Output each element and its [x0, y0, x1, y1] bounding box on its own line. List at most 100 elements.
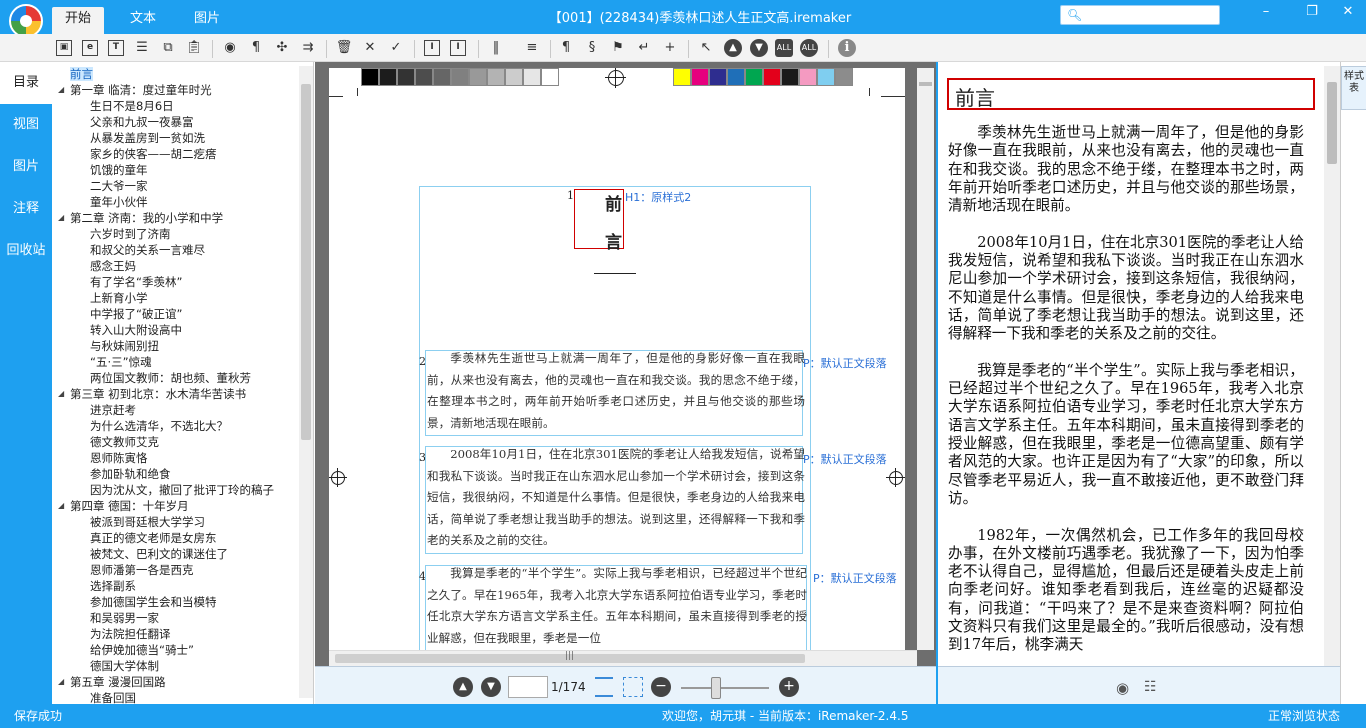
- split-icon[interactable]: ⇉: [298, 38, 318, 58]
- toc-item[interactable]: 因为沈从文，撤回了批评丁玲的稿子: [52, 482, 298, 498]
- page-canvas[interactable]: 1 前 言 H1：原样式2 2 季羡林先生逝世马上就满一周年了，但是他的身影好像…: [329, 68, 905, 650]
- toc-item[interactable]: 德文教师艾克: [52, 434, 298, 450]
- arrow-down-icon[interactable]: ▼: [750, 39, 768, 57]
- collapse-arrow-icon[interactable]: ◢: [58, 498, 64, 514]
- pointer-icon[interactable]: ↖: [696, 38, 716, 58]
- paragraph-mark-icon[interactable]: ¶: [246, 38, 266, 58]
- toc-item[interactable]: 参加德国学生会和当模特: [52, 594, 298, 610]
- toc-scrollbar[interactable]: [299, 66, 313, 698]
- toc-item[interactable]: 生日不是8月6日: [52, 98, 298, 114]
- zoom-out-icon[interactable]: −: [651, 677, 671, 697]
- text-frame-icon[interactable]: I: [450, 40, 466, 56]
- toc-item[interactable]: 被派到哥廷根大学学习: [52, 514, 298, 530]
- zoom-slider-handle[interactable]: [711, 677, 722, 699]
- paragraph-style-label[interactable]: P：默认正文段落: [803, 355, 887, 371]
- collapse-icon[interactable]: ✣: [272, 38, 292, 58]
- book-icon[interactable]: ☷: [1144, 679, 1157, 695]
- toc-item[interactable]: 恩师潘第一各是西克: [52, 562, 298, 578]
- toc-item[interactable]: 为什么选清华，不选北大？: [52, 418, 298, 434]
- minimize-button[interactable]: –: [1254, 3, 1278, 21]
- tab-start[interactable]: 开始: [52, 7, 104, 34]
- toc-item[interactable]: 中学报了“破正谊”: [52, 306, 298, 322]
- collapse-arrow-icon[interactable]: ◢: [58, 210, 64, 226]
- delete-icon[interactable]: 🗑︎: [334, 38, 354, 58]
- toc-item[interactable]: 饥饿的童年: [52, 162, 298, 178]
- toc-item[interactable]: 被梵文、巴利文的课迷住了: [52, 546, 298, 562]
- editor-scroll-thumb[interactable]: [919, 82, 932, 86]
- toc-scroll-thumb[interactable]: [301, 84, 311, 440]
- toc-item[interactable]: 家乡的侠客——胡二疙瘩: [52, 146, 298, 162]
- arrow-up-icon[interactable]: ▲: [724, 39, 742, 57]
- fit-page-icon[interactable]: [623, 677, 643, 697]
- side-tab-recycle[interactable]: 回收站: [0, 230, 52, 272]
- toc-item[interactable]: 二大爷一家: [52, 178, 298, 194]
- text-icon[interactable]: T: [108, 40, 124, 56]
- toc-item[interactable]: 选择副系: [52, 578, 298, 594]
- collapse-arrow-icon[interactable]: ◢: [58, 82, 64, 98]
- export-ebook-icon[interactable]: e: [82, 40, 98, 56]
- close-button[interactable]: ✕: [1336, 3, 1360, 21]
- toc-chapter[interactable]: ◢ 第一章 临清：度过童年时光: [52, 82, 298, 98]
- toc-item[interactable]: 给伊娩加德当“骑士”: [52, 642, 298, 658]
- search-input[interactable]: 🔍︎: [1060, 5, 1220, 25]
- paragraph-style-label[interactable]: P：默认正文段落: [813, 570, 897, 586]
- toc-item[interactable]: 父亲和九叔一夜暴富: [52, 114, 298, 130]
- side-tab-toc[interactable]: 目录: [0, 62, 52, 104]
- toc-item[interactable]: “五·三”惊魂: [52, 354, 298, 370]
- toc-chapter[interactable]: ◢ 第五章 漫漫回国路: [52, 674, 298, 690]
- all-up-icon[interactable]: ALL: [775, 39, 793, 57]
- merge-lines-icon[interactable]: ≡: [522, 38, 542, 58]
- preview-scrollbar[interactable]: [1324, 66, 1340, 666]
- mark-section-icon[interactable]: §: [582, 38, 602, 58]
- toc-item[interactable]: 真正的德文老师是女房东: [52, 530, 298, 546]
- tab-text[interactable]: 文本: [118, 7, 168, 34]
- toc-item[interactable]: 有了学名“季羡林”: [52, 274, 298, 290]
- toc-item[interactable]: 上新育小学: [52, 290, 298, 306]
- line-break-icon[interactable]: ↵: [634, 38, 654, 58]
- zoom-slider[interactable]: [681, 687, 769, 689]
- check-icon[interactable]: ✓: [386, 38, 406, 58]
- toc-item[interactable]: 参加卧轨和绝食: [52, 466, 298, 482]
- toc-chapter[interactable]: ◢ 第三章 初到北京：水木清华苦读书: [52, 386, 298, 402]
- toc-item[interactable]: 与秋妹闹别扭: [52, 338, 298, 354]
- restore-button[interactable]: ❐: [1300, 3, 1324, 21]
- zoom-in-icon[interactable]: +: [779, 677, 799, 697]
- view-icon[interactable]: ◉: [220, 38, 240, 58]
- editor-vertical-scrollbar[interactable]: [917, 68, 934, 650]
- columns-icon[interactable]: ‖: [486, 38, 506, 58]
- toc-item[interactable]: 为法院担任翻译: [52, 626, 298, 642]
- add-paragraph-icon[interactable]: +: [660, 38, 680, 58]
- toc-chapter[interactable]: ◢ 第四章 德国：十年岁月: [52, 498, 298, 514]
- info-icon[interactable]: i: [838, 39, 856, 57]
- toc-item[interactable]: 恩师陈寅恪: [52, 450, 298, 466]
- save-icon[interactable]: ▣: [56, 40, 72, 56]
- clipboard-icon[interactable]: 📋︎: [184, 38, 204, 58]
- toc-item[interactable]: 转入山大附设高中: [52, 322, 298, 338]
- style-library-tab[interactable]: 样式表: [1341, 66, 1366, 110]
- toc-item[interactable]: 和叔父的关系一言难尽: [52, 242, 298, 258]
- side-tab-notes[interactable]: 注释: [0, 188, 52, 230]
- flag-icon[interactable]: ⚑: [608, 38, 628, 58]
- side-tab-view[interactable]: 视图: [0, 104, 52, 146]
- toc-item[interactable]: 和吴弱男一家: [52, 610, 298, 626]
- preview-scroll-thumb[interactable]: [1327, 82, 1337, 164]
- previous-page-icon[interactable]: ▲: [453, 677, 473, 697]
- eye-icon[interactable]: ◉: [1116, 679, 1129, 697]
- toc-chapter[interactable]: ◢ 第二章 济南：我的小学和中学: [52, 210, 298, 226]
- collapse-arrow-icon[interactable]: ◢: [58, 674, 64, 690]
- toc-item[interactable]: 两位国文教师：胡也频、董秋芳: [52, 370, 298, 386]
- heading-style-label[interactable]: H1：原样式2: [625, 189, 691, 205]
- editor-horizontal-scrollbar[interactable]: |||: [329, 650, 917, 666]
- toc-item[interactable]: 从暴发盖房到一贫如洗: [52, 130, 298, 146]
- toc-item[interactable]: 前言: [52, 66, 298, 82]
- cursor-text-icon[interactable]: I: [424, 40, 440, 56]
- all-down-icon[interactable]: ALL: [800, 39, 818, 57]
- fit-height-icon[interactable]: [595, 677, 613, 697]
- toc-item[interactable]: 童年小伙伴: [52, 194, 298, 210]
- toc-item[interactable]: 进京赶考: [52, 402, 298, 418]
- tab-image[interactable]: 图片: [182, 7, 232, 34]
- document-icon[interactable]: ☰: [132, 38, 152, 58]
- cross-icon[interactable]: ✕: [360, 38, 380, 58]
- toc-item[interactable]: 准备回国: [52, 690, 298, 704]
- collapse-arrow-icon[interactable]: ◢: [58, 386, 64, 402]
